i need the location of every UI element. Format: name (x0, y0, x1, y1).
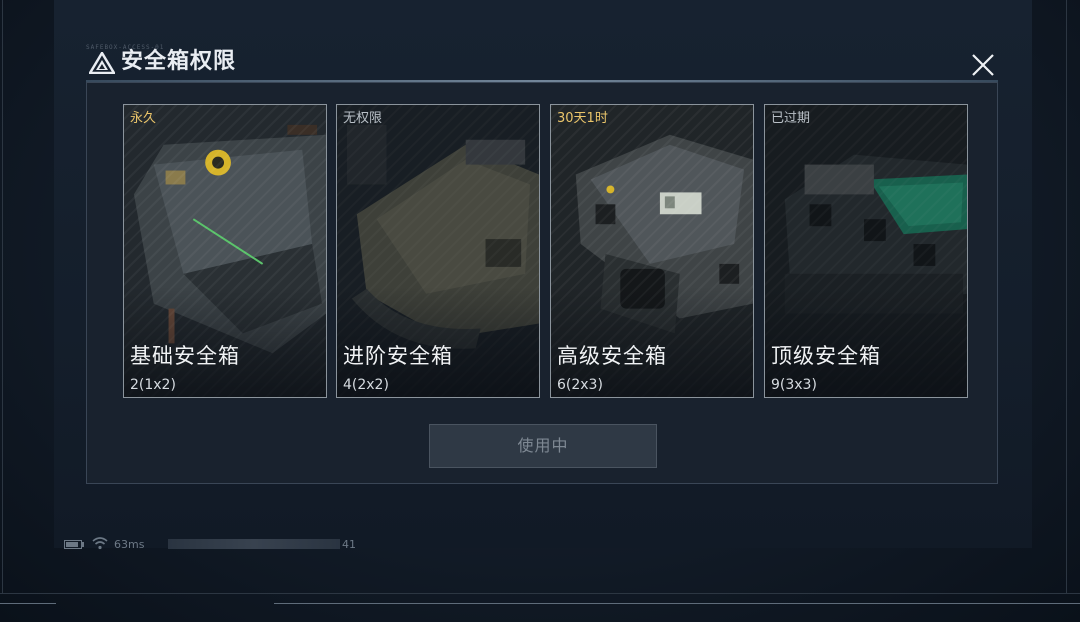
battery-icon (82, 542, 84, 547)
frame-line (0, 593, 1080, 594)
card-premium-safebox[interactable]: 30天1时 高级安全箱 6(2x3) (550, 104, 754, 398)
card-name: 高级安全箱 (557, 344, 667, 368)
uid-redacted-bar (168, 539, 340, 549)
wifi-icon (92, 537, 108, 550)
card-capacity: 2(1x2) (130, 377, 176, 393)
card-name: 基础安全箱 (130, 344, 240, 368)
card-status: 无权限 (343, 111, 383, 126)
frame-line (1066, 0, 1067, 594)
ping-text: 63ms (114, 538, 145, 551)
dialog-title: 安全箱权限 (121, 49, 237, 74)
card-name: 进阶安全箱 (343, 344, 453, 368)
card-capacity: 4(2x2) (343, 377, 389, 393)
card-capacity: 9(3x3) (771, 377, 817, 393)
close-icon[interactable] (968, 50, 998, 80)
card-status: 永久 (130, 111, 157, 126)
card-top-safebox[interactable]: 已过期 顶级安全箱 9(3x3) (764, 104, 968, 398)
frame-line (2, 0, 3, 594)
card-basic-safebox[interactable]: 永久 基础安全箱 2(1x2) (123, 104, 327, 398)
in-use-button[interactable]: 使用中 (429, 424, 657, 468)
frame-line (0, 603, 56, 604)
card-status: 已过期 (771, 111, 811, 126)
card-name: 顶级安全箱 (771, 344, 881, 368)
warning-triangle-icon (89, 52, 115, 74)
card-status: 30天1时 (557, 111, 608, 126)
card-advanced-safebox[interactable]: 无权限 进阶安全箱 4(2x2) (336, 104, 540, 398)
card-capacity: 6(2x3) (557, 377, 603, 393)
frame-line (274, 603, 1080, 604)
battery-icon (64, 540, 82, 549)
uid-tail-text: 41 (342, 538, 356, 551)
